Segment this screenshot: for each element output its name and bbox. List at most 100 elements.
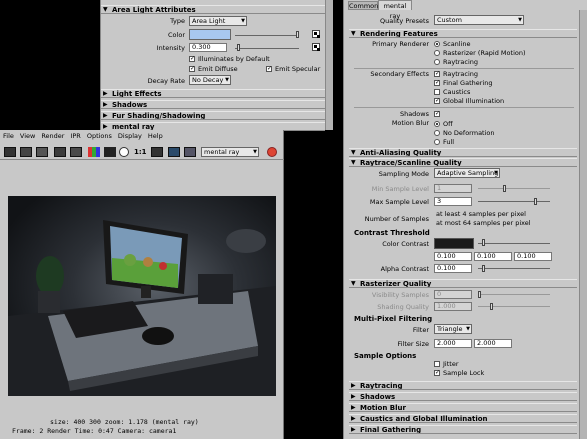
intensity-field[interactable]: 0.300 <box>189 43 227 52</box>
render-frame-icon[interactable] <box>4 147 16 157</box>
section-area-light-attributes[interactable]: ▼ Area Light Attributes <box>101 5 325 14</box>
secondary-caustics-checkbox[interactable] <box>434 89 440 95</box>
sampling-mode-dropdown[interactable]: Adaptive Sampling ▼ <box>434 168 500 178</box>
menu-render[interactable]: Render <box>41 132 64 140</box>
renderer-dropdown[interactable]: mental ray ▼ <box>201 147 259 157</box>
section-anti-aliasing-quality[interactable]: ▼ Anti-Aliasing Quality <box>349 148 577 157</box>
motion-blur-off-label: Off <box>443 120 453 128</box>
section-final-gathering[interactable]: ▶ Final Gathering <box>349 425 577 434</box>
max-sample-slider[interactable] <box>478 201 550 202</box>
max-sample-level-field[interactable]: 3 <box>434 197 472 206</box>
alpha-contrast-field[interactable]: 0.100 <box>434 264 472 273</box>
emit-specular-checkbox[interactable]: ✓ <box>266 66 272 72</box>
motion-blur-no-deformation-radio[interactable] <box>434 130 440 136</box>
paint-effects-icon[interactable] <box>168 147 180 157</box>
dropdown-arrow-icon: ▼ <box>253 149 257 155</box>
min-sample-slider-knob[interactable] <box>503 185 506 192</box>
scrollbar[interactable] <box>579 10 587 439</box>
section-light-effects[interactable]: ▶ Light Effects <box>101 89 325 98</box>
dropdown-arrow-icon: ▼ <box>494 170 498 176</box>
shadows-checkbox[interactable]: ✓ <box>434 111 440 117</box>
shading-quality-slider[interactable] <box>478 306 550 307</box>
section-fur-shading[interactable]: ▶ Fur Shading/Shadowing <box>101 111 325 120</box>
visibility-samples-field[interactable]: 0 <box>434 290 472 299</box>
real-size-button[interactable]: 1:1 <box>134 148 147 156</box>
keep-image-icon[interactable] <box>70 147 82 157</box>
rgb-channel-icon[interactable] <box>88 147 100 157</box>
tab-mental-ray[interactable]: mental ray <box>378 0 412 20</box>
visibility-samples-slider[interactable] <box>478 294 550 295</box>
color-contrast-r-field[interactable]: 0.100 <box>434 252 472 261</box>
intensity-slider-knob[interactable] <box>237 44 240 51</box>
render-view-toolbar: 1:1 mental ray ▼ <box>0 144 284 160</box>
section-raytrace-scanline-quality[interactable]: ▼ Raytrace/Scanline Quality <box>349 158 577 167</box>
scrollbar[interactable] <box>325 0 333 130</box>
map-button-icon[interactable] <box>312 43 320 51</box>
color-contrast-b-field[interactable]: 0.100 <box>514 252 552 261</box>
decay-rate-label: Decay Rate <box>147 77 185 85</box>
motion-blur-full-radio[interactable] <box>434 139 440 145</box>
min-sample-level-field[interactable]: 1 <box>434 184 472 193</box>
quality-presets-dropdown[interactable]: Custom ▼ <box>434 15 524 25</box>
color-contrast-swatch[interactable] <box>434 238 474 249</box>
shading-quality-slider-knob[interactable] <box>490 303 493 310</box>
sample-lock-checkbox[interactable]: ✓ <box>434 370 440 376</box>
color-contrast-slider-knob[interactable] <box>482 239 485 246</box>
menu-file[interactable]: File <box>3 132 14 140</box>
snapshot-icon[interactable] <box>36 147 48 157</box>
map-button-icon[interactable] <box>312 30 320 38</box>
render-settings-icon[interactable] <box>184 147 196 157</box>
color-swatch[interactable] <box>189 29 231 40</box>
section-shadows[interactable]: ▶ Shadows <box>349 392 577 401</box>
filter-size-x-field[interactable]: 2.000 <box>434 339 472 348</box>
intensity-slider[interactable] <box>235 48 299 49</box>
type-dropdown[interactable]: Area Light ▼ <box>189 16 247 26</box>
menu-display[interactable]: Display <box>118 132 142 140</box>
collapse-arrow-icon: ▼ <box>351 30 356 37</box>
color-slider-knob[interactable] <box>296 31 299 38</box>
jitter-checkbox[interactable] <box>434 361 440 367</box>
menu-ipr[interactable]: IPR <box>70 132 80 140</box>
primary-rasterizer-radio[interactable] <box>434 50 440 56</box>
menu-help[interactable]: Help <box>148 132 163 140</box>
sampling-mode-label: Sampling Mode <box>378 170 429 178</box>
menu-options[interactable]: Options <box>87 132 112 140</box>
color-contrast-slider[interactable] <box>478 243 550 244</box>
alpha-channel-icon[interactable] <box>104 147 116 157</box>
section-motion-blur[interactable]: ▶ Motion Blur <box>349 403 577 412</box>
section-rasterizer-quality[interactable]: ▼ Rasterizer Quality <box>349 279 577 288</box>
illuminates-by-default-checkbox[interactable]: ✓ <box>189 56 195 62</box>
section-caustics-gi[interactable]: ▶ Caustics and Global Illumination <box>349 414 577 423</box>
menu-view[interactable]: View <box>20 132 35 140</box>
render-status-line-2: Frame: 2 Render Time: 0:47 Camera: camer… <box>12 427 177 435</box>
secondary-final-gathering-checkbox[interactable]: ✓ <box>434 80 440 86</box>
luminance-icon[interactable] <box>119 147 129 157</box>
motion-blur-off-radio[interactable] <box>434 121 440 127</box>
primary-scanline-radio[interactable] <box>434 41 440 47</box>
tab-common[interactable]: Common <box>348 1 378 10</box>
section-shadows[interactable]: ▶ Shadows <box>101 100 325 109</box>
alpha-contrast-slider[interactable] <box>478 268 550 269</box>
camera-icon[interactable] <box>151 147 163 157</box>
expand-arrow-icon: ▶ <box>351 426 356 433</box>
color-contrast-g-field[interactable]: 0.100 <box>474 252 512 261</box>
primary-raytracing-radio[interactable] <box>434 59 440 65</box>
shading-quality-field[interactable]: 1.000 <box>434 302 472 311</box>
secondary-raytracing-checkbox[interactable]: ✓ <box>434 71 440 77</box>
section-rendering-features[interactable]: ▼ Rendering Features <box>349 29 577 38</box>
filter-size-y-field[interactable]: 2.000 <box>474 339 512 348</box>
intensity-label: Intensity <box>156 44 185 52</box>
stop-render-icon[interactable] <box>267 147 277 157</box>
secondary-global-illumination-checkbox[interactable]: ✓ <box>434 98 440 104</box>
alpha-contrast-slider-knob[interactable] <box>482 265 485 272</box>
min-sample-slider[interactable] <box>478 188 550 189</box>
max-sample-slider-knob[interactable] <box>534 198 537 205</box>
decay-rate-dropdown[interactable]: No Decay ▼ <box>189 75 231 85</box>
visibility-samples-slider-knob[interactable] <box>478 291 481 298</box>
ipr-render-icon[interactable] <box>20 147 32 157</box>
filter-dropdown[interactable]: Triangle ▼ <box>434 324 472 334</box>
section-raytracing[interactable]: ▶ Raytracing <box>349 381 577 390</box>
color-slider[interactable] <box>235 35 299 36</box>
render-region-icon[interactable] <box>54 147 66 157</box>
emit-diffuse-checkbox[interactable]: ✓ <box>189 66 195 72</box>
